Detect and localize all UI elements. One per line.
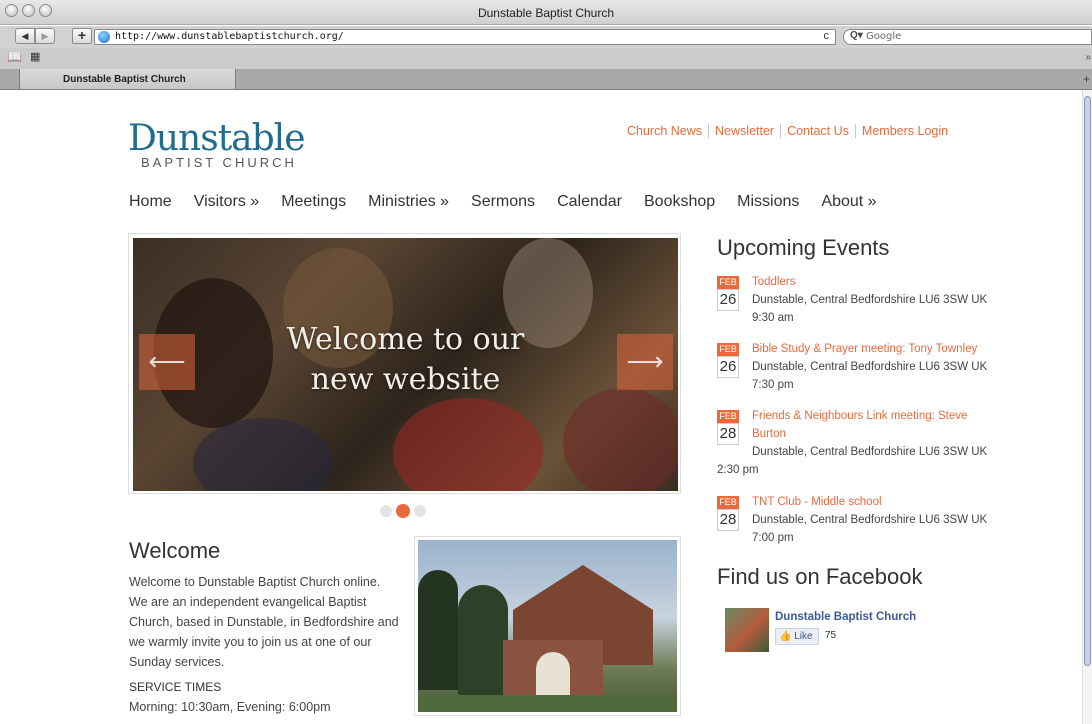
like-label: Like: [794, 631, 813, 642]
utility-links: Church News Newsletter Contact Us Member…: [627, 124, 954, 138]
slide-caption: Welcome to our new website: [133, 320, 678, 400]
logo-wordmark: Dunstable: [128, 118, 306, 159]
event-location: Dunstable, Central Bedfordshire LU6 3SW …: [752, 446, 988, 458]
globe-icon: [98, 31, 110, 43]
slide-dot-3[interactable]: [414, 505, 426, 517]
nav-calendar[interactable]: Calendar: [557, 193, 622, 211]
address-bar[interactable]: http://www.dunstablebaptistchurch.org/ c: [94, 29, 836, 45]
event-item: FEB 26 Bible Study & Prayer meeting: Ton…: [717, 340, 992, 400]
event-month: FEB: [717, 276, 739, 289]
nav-bookshop[interactable]: Bookshop: [644, 193, 715, 211]
event-month: FEB: [717, 343, 739, 356]
event-item: FEB 26 Toddlers Dunstable, Central Bedfo…: [717, 273, 992, 333]
like-count: 75: [825, 630, 837, 641]
event-month: FEB: [717, 496, 739, 509]
new-tab-icon[interactable]: +: [1083, 72, 1090, 86]
welcome-text: Welcome to Dunstable Baptist Church onli…: [129, 575, 399, 669]
event-location: Dunstable, Central Bedfordshire LU6 3SW …: [752, 361, 988, 373]
main-navigation: Home Visitors » Meetings Ministries » Se…: [129, 193, 899, 211]
image-slider: Welcome to our new website ⟵ ⟶: [128, 233, 681, 494]
forward-button[interactable]: ▶: [35, 28, 55, 44]
event-item: FEB 28 Friends & Neighbours Link meeting…: [717, 407, 992, 482]
slide-caption-line1: Welcome to our: [286, 322, 525, 357]
event-month: FEB: [717, 410, 739, 423]
link-newsletter[interactable]: Newsletter: [708, 124, 780, 138]
link-members-login[interactable]: Members Login: [854, 124, 954, 138]
web-page: Dunstable BAPTIST CHURCH Church News New…: [0, 90, 1082, 724]
more-bookmarks-icon[interactable]: »: [1085, 52, 1091, 63]
event-day: 28: [717, 509, 739, 531]
facebook-heading: Find us on Facebook: [717, 564, 923, 589]
reload-icon[interactable]: c: [824, 30, 830, 42]
link-church-news[interactable]: Church News: [627, 124, 708, 138]
event-date-badge: FEB 26: [717, 273, 739, 311]
url-text[interactable]: http://www.dunstablebaptistchurch.org/: [115, 31, 344, 42]
logo-subtitle: BAPTIST CHURCH: [141, 155, 297, 170]
nav-sermons[interactable]: Sermons: [471, 193, 535, 211]
event-item: FEB 28 TNT Club - Middle school Dunstabl…: [717, 493, 992, 553]
facebook-like-button[interactable]: 👍 Like: [775, 628, 819, 645]
church-building-photo: [414, 536, 681, 716]
bookmarks-icon[interactable]: 📖: [7, 50, 22, 64]
tab-dunstable-baptist-church[interactable]: Dunstable Baptist Church: [19, 69, 236, 90]
top-sites-icon[interactable]: ▦: [30, 50, 40, 63]
browser-toolbar: ◀ ▶ + http://www.dunstablebaptistchurch.…: [0, 26, 1092, 48]
search-placeholder: Google: [866, 31, 902, 42]
back-button[interactable]: ◀: [15, 28, 35, 44]
slide-dot-2[interactable]: [396, 504, 410, 518]
event-title-link[interactable]: Friends & Neighbours Link meeting: Steve…: [752, 407, 992, 443]
event-day: 26: [717, 289, 739, 311]
event-title-link[interactable]: Bible Study & Prayer meeting: Tony Townl…: [752, 340, 992, 358]
nav-visitors[interactable]: Visitors »: [194, 193, 260, 211]
slide-dot-1[interactable]: [380, 505, 392, 517]
event-time: 9:30 am: [752, 312, 794, 324]
slide-photo: Welcome to our new website ⟵ ⟶: [133, 238, 678, 491]
facebook-page-thumbnail[interactable]: [725, 608, 769, 652]
event-day: 26: [717, 356, 739, 378]
slider-pagination: [380, 504, 426, 518]
event-time: 7:00 pm: [752, 532, 794, 544]
thumbs-up-icon: 👍: [779, 631, 792, 642]
nav-about[interactable]: About »: [821, 193, 876, 211]
event-date-badge: FEB 28: [717, 493, 739, 531]
event-time: 2:30 pm: [717, 464, 759, 476]
scrollbar[interactable]: [1082, 90, 1092, 724]
event-date-badge: FEB 28: [717, 407, 739, 445]
slide-caption-line2: new website: [310, 362, 501, 397]
service-times-text: Morning: 10:30am, Evening: 6:00pm: [129, 700, 331, 714]
nav-home[interactable]: Home: [129, 193, 172, 211]
nav-missions[interactable]: Missions: [737, 193, 799, 211]
nav-ministries[interactable]: Ministries »: [368, 193, 449, 211]
window-title: Dunstable Baptist Church: [477, 6, 615, 20]
search-icon[interactable]: Q▾: [850, 30, 863, 41]
link-contact-us[interactable]: Contact Us: [780, 124, 855, 138]
event-title-link[interactable]: TNT Club - Middle school: [752, 493, 992, 511]
event-day: 28: [717, 423, 739, 445]
event-title-link[interactable]: Toddlers: [752, 273, 992, 291]
scroll-thumb[interactable]: [1084, 96, 1091, 666]
event-location: Dunstable, Central Bedfordshire LU6 3SW …: [752, 294, 988, 306]
facebook-page-name[interactable]: Dunstable Baptist Church: [775, 611, 916, 623]
window-titlebar: Dunstable Baptist Church: [0, 0, 1092, 25]
add-bookmark-button[interactable]: +: [72, 28, 92, 44]
facebook-like-box: Dunstable Baptist Church 👍 Like 75: [725, 608, 975, 654]
event-location: Dunstable, Central Bedfordshire LU6 3SW …: [752, 514, 988, 526]
nav-meetings[interactable]: Meetings: [281, 193, 346, 211]
search-input[interactable]: Q▾ Google: [843, 29, 1092, 45]
event-date-badge: FEB 26: [717, 340, 739, 378]
welcome-heading: Welcome: [129, 538, 221, 563]
slide-next-button[interactable]: ⟶: [617, 334, 673, 390]
slide-prev-button[interactable]: ⟵: [139, 334, 195, 390]
service-times-heading: SERVICE TIMES: [129, 680, 222, 694]
event-time: 7:30 pm: [752, 379, 794, 391]
upcoming-events-heading: Upcoming Events: [717, 235, 890, 260]
site-logo[interactable]: Dunstable BAPTIST CHURCH: [128, 118, 306, 171]
bookmarks-bar: 📖 ▦ »: [0, 48, 1092, 69]
tab-bar: Dunstable Baptist Church +: [0, 69, 1092, 90]
